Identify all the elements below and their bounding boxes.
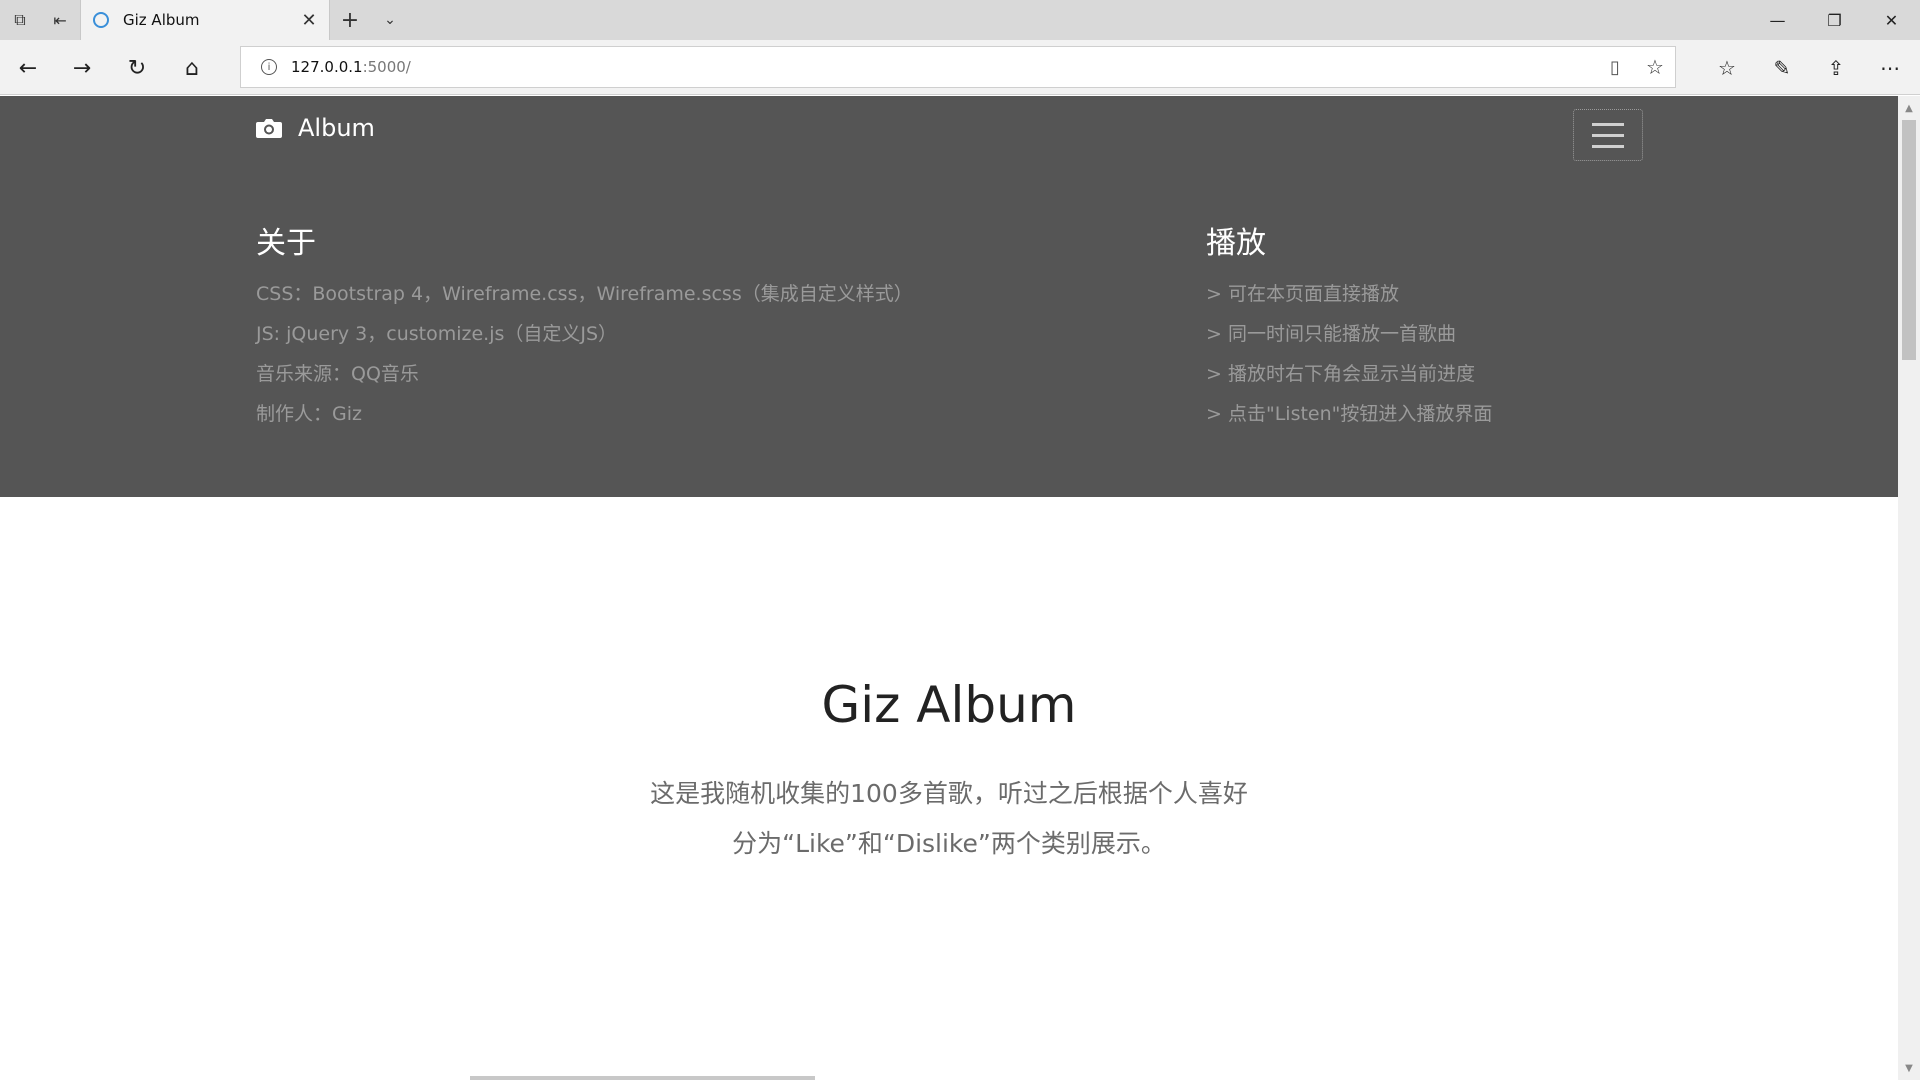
play-line: > 播放时右下角会显示当前进度: [1206, 363, 1475, 385]
about-line: CSS：Bootstrap 4，Wireframe.css，Wireframe.…: [256, 283, 913, 305]
navbar-brand[interactable]: Album: [256, 114, 375, 142]
refresh-icon[interactable]: ↻: [117, 48, 157, 88]
browser-toolbar: ← → ↻ ⌂ i 127.0.0.1 :5000/ ▯ ☆ ☆ ✎ ⇪ ⋯: [0, 40, 1920, 95]
site-info-icon[interactable]: i: [261, 59, 277, 75]
scroll-up-icon[interactable]: ▲: [1898, 98, 1920, 118]
address-bar[interactable]: i 127.0.0.1 :5000/ ▯ ☆: [240, 46, 1676, 88]
horizontal-scrollbar-thumb[interactable]: [470, 1076, 815, 1080]
tab-preview-chevron-icon[interactable]: ⌄: [370, 0, 410, 40]
scrollbar-thumb[interactable]: [1902, 120, 1916, 360]
minimize-icon[interactable]: —: [1749, 0, 1806, 40]
play-line: > 可在本页面直接播放: [1206, 283, 1399, 305]
page-favicon-icon: [93, 12, 109, 28]
url-host: 127.0.0.1: [291, 58, 363, 76]
play-line: > 同一时间只能播放一首歌曲: [1206, 323, 1456, 345]
play-line: > 点击"Listen"按钮进入播放界面: [1206, 403, 1493, 425]
about-line: JS: jQuery 3，customize.js（自定义JS）: [256, 323, 618, 345]
navbar-toggler-button[interactable]: [1573, 109, 1643, 161]
play-heading: 播放: [1206, 226, 1266, 261]
camera-icon: [256, 119, 282, 138]
restore-icon[interactable]: ❐: [1806, 0, 1863, 40]
scroll-down-icon[interactable]: ▼: [1898, 1058, 1920, 1078]
set-tabs-aside-icon[interactable]: ⇤: [40, 0, 80, 40]
share-icon[interactable]: ⇪: [1814, 48, 1858, 88]
window-controls: — ❐ ✕: [1749, 0, 1920, 40]
jumbotron-title: Giz Album: [821, 676, 1077, 734]
hamburger-bar: [1592, 122, 1624, 126]
reading-view-icon[interactable]: ▯: [1595, 57, 1635, 78]
web-note-icon[interactable]: ✎: [1760, 48, 1804, 88]
about-heading: 关于: [256, 226, 316, 261]
page-viewport: Album 关于 CSS：Bootstrap 4，Wireframe.css，W…: [0, 96, 1898, 1080]
url-path: :5000/: [362, 58, 411, 76]
header-collapse-panel: Album 关于 CSS：Bootstrap 4，Wireframe.css，W…: [0, 96, 1898, 497]
home-icon[interactable]: ⌂: [172, 48, 212, 88]
tab-title: Giz Album: [123, 11, 200, 29]
jumbotron-lead-line: 分为“Like”和“Dislike”两个类别展示。: [732, 829, 1166, 858]
more-options-icon[interactable]: ⋯: [1868, 48, 1912, 88]
tab-bar: ⧉ ⇤ Giz Album ✕ + ⌄ — ❐ ✕: [0, 0, 1920, 40]
hamburger-bar: [1592, 144, 1624, 148]
vertical-scrollbar[interactable]: ▲ ▼: [1898, 96, 1920, 1080]
favorite-star-icon[interactable]: ☆: [1635, 55, 1675, 79]
close-window-icon[interactable]: ✕: [1863, 0, 1920, 40]
favorites-hub-icon[interactable]: ☆: [1705, 48, 1749, 88]
new-tab-icon[interactable]: +: [330, 0, 370, 40]
jumbotron-lead-line: 这是我随机收集的100多首歌，听过之后根据个人喜好: [650, 779, 1248, 808]
browser-tab[interactable]: Giz Album ✕: [80, 0, 330, 40]
close-tab-icon[interactable]: ✕: [299, 10, 319, 31]
hamburger-bar: [1592, 133, 1624, 137]
about-line: 制作人：Giz: [256, 403, 362, 425]
brand-label: Album: [298, 114, 375, 142]
forward-icon[interactable]: →: [62, 48, 102, 88]
about-line: 音乐来源：QQ音乐: [256, 363, 419, 385]
back-icon[interactable]: ←: [8, 48, 48, 88]
tab-manager-icon[interactable]: ⧉: [0, 0, 40, 40]
